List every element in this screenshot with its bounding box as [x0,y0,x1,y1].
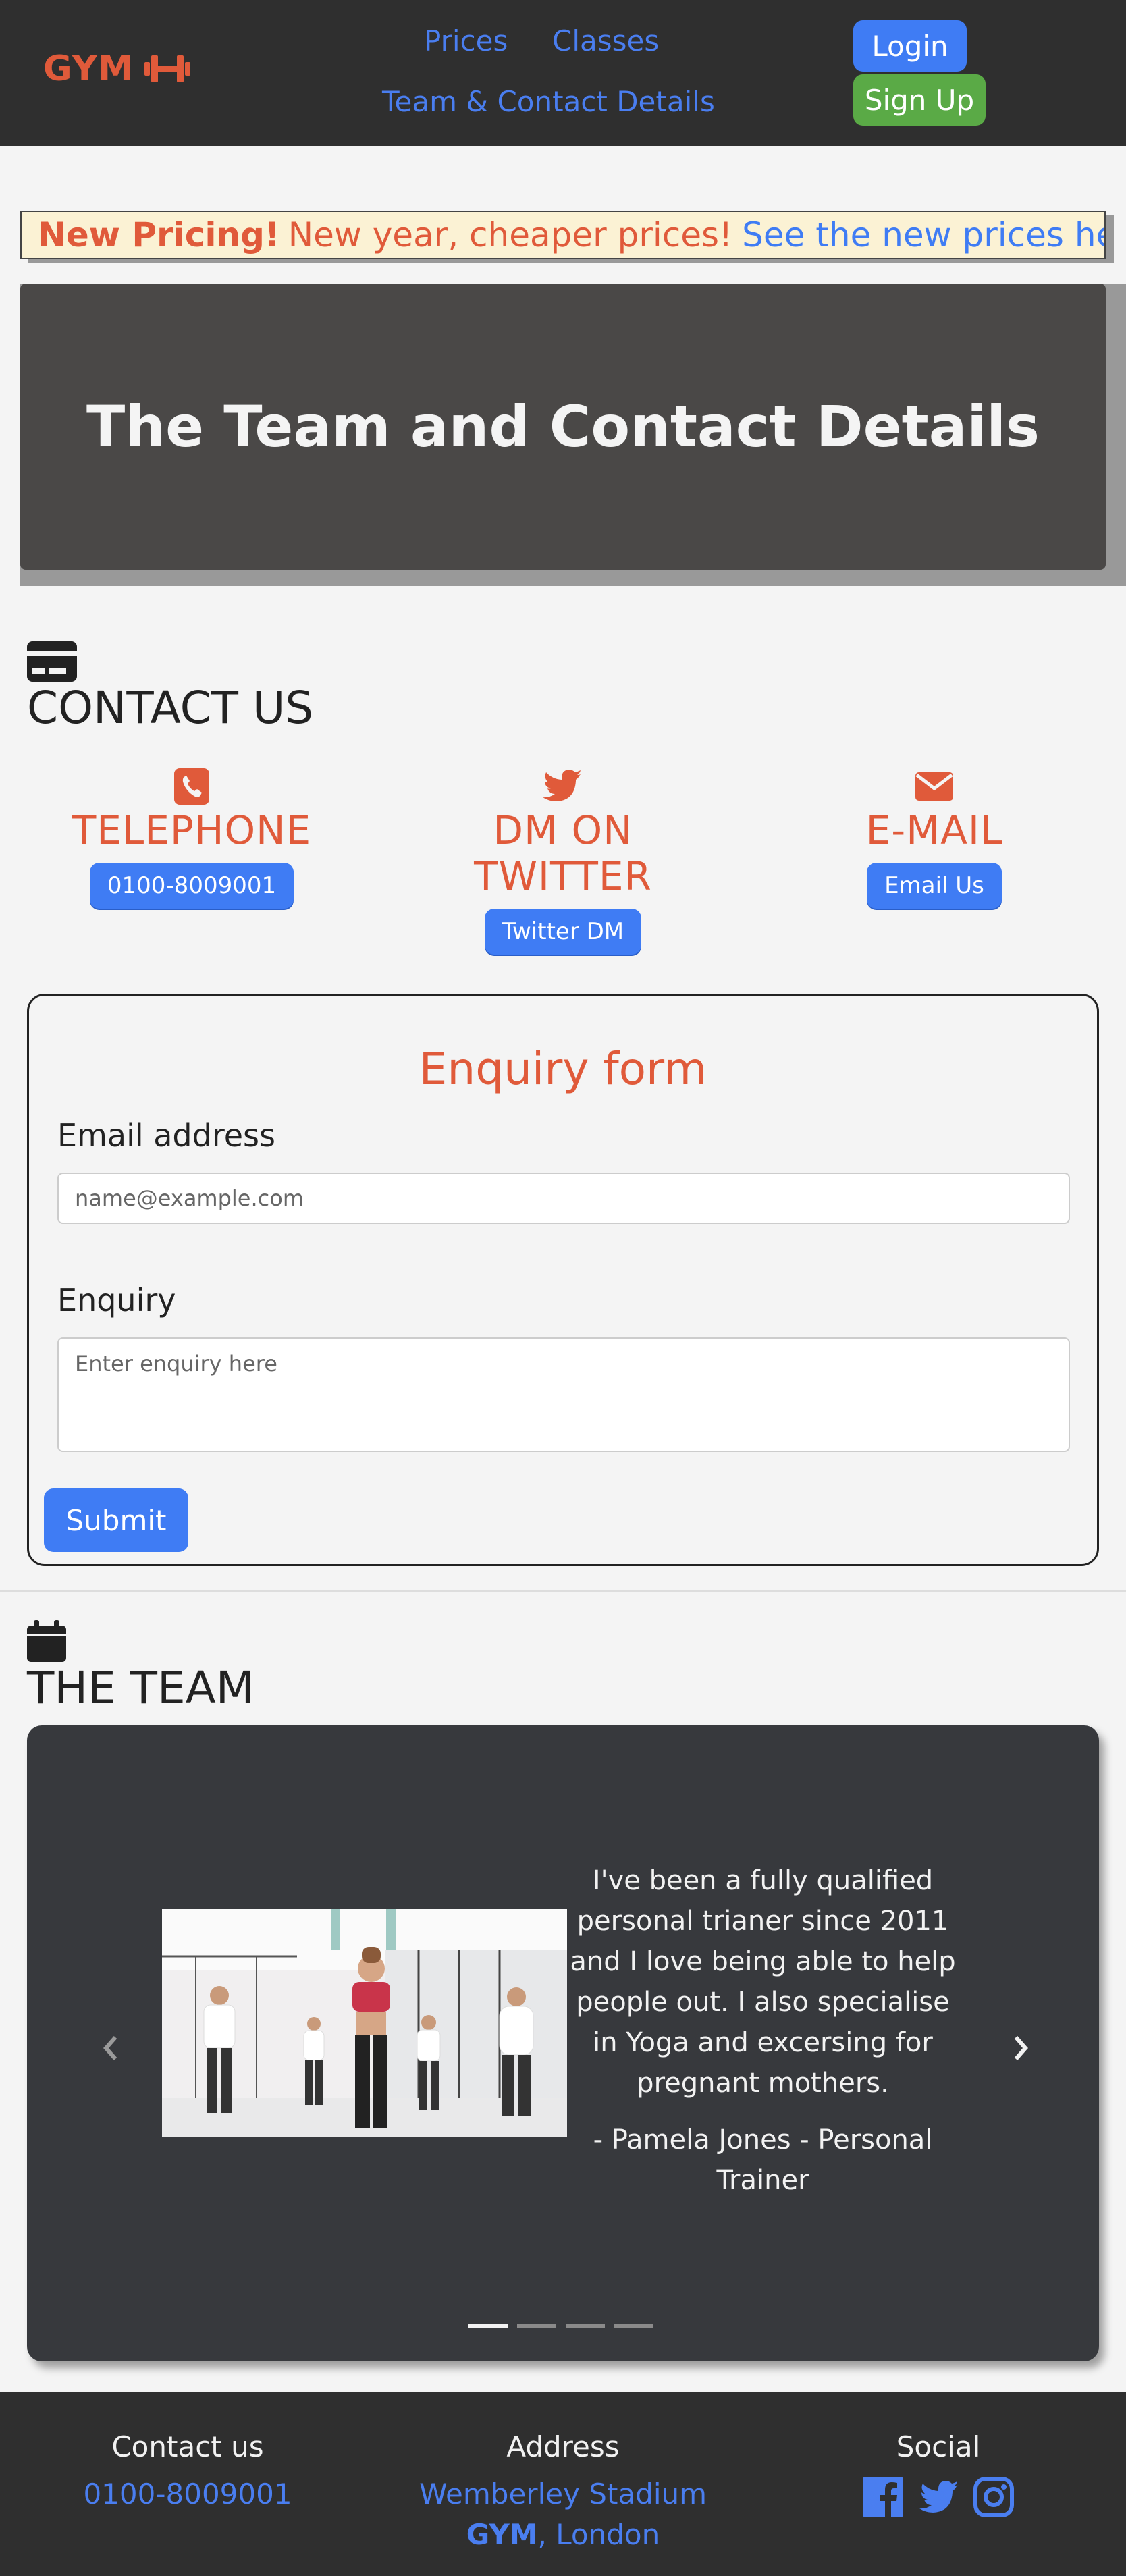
carousel-indicator[interactable] [517,2324,556,2328]
email-field[interactable] [57,1173,1070,1224]
footer-phone-link[interactable]: 0100-8009001 [0,2474,375,2515]
nav-link-team[interactable]: Team & Contact Details [382,85,715,118]
trainer-photo [162,1909,567,2137]
nav-link-classes[interactable]: Classes [552,24,659,57]
announcement-heading: New Pricing! [38,215,280,254]
footer: Contact us 0100-8009001 Address Wemberle… [0,2392,1126,2576]
submit-button[interactable]: Submit [44,1488,188,1552]
carousel-indicator[interactable] [468,2324,508,2328]
dumbbell-icon [144,55,190,82]
carousel-next-button[interactable] [1000,2028,1041,2068]
address-city: , London [537,2518,660,2551]
testimonial-quote: I've been a fully qualified personal tri… [570,1865,956,2099]
chevron-right-icon [1014,2036,1028,2060]
contact-email: E-MAIL Email Us [772,768,1096,909]
footer-address-link[interactable]: Wemberley Stadium GYM, London [375,2474,751,2555]
testimonial-author: - Pamela Jones - Personal Trainer [593,2124,933,2196]
instagram-icon[interactable] [972,2475,1015,2519]
footer-social: Social [751,2430,1126,2519]
contact-telephone: TELEPHONE 0100-8009001 [30,768,354,909]
carousel-indicator[interactable] [566,2324,605,2328]
login-button[interactable]: Login [853,20,967,72]
nav-link-prices[interactable]: Prices [424,24,508,57]
hero-banner: The Team and Contact Details [20,284,1106,570]
email-us-button[interactable]: Email Us [867,863,1002,909]
carousel-prev-button[interactable] [90,2028,131,2068]
phone-icon [174,768,209,805]
footer-address: Address Wemberley Stadium GYM, London [375,2430,751,2555]
calendar-icon [27,1620,66,1662]
enquiry-form: Enquiry form Email address Enquiry Submi… [27,994,1099,1566]
page-title: The Team and Contact Details [86,394,1040,460]
chevron-left-icon [103,2036,117,2060]
signup-button[interactable]: Sign Up [853,74,986,126]
telephone-button[interactable]: 0100-8009001 [89,863,294,909]
twitter-label: DM ON TWITTER [474,807,652,899]
footer-social-heading: Social [896,2430,981,2463]
card-icon [27,641,77,682]
announcement-text: New year, cheaper prices! [288,215,733,254]
twitter-dm-button[interactable]: Twitter DM [484,909,642,955]
facebook-icon[interactable] [861,2475,905,2519]
enquiry-field[interactable] [57,1337,1070,1452]
contact-section-title: CONTACT US [27,682,314,734]
team-section-title: THE TEAM [27,1662,254,1714]
carousel-indicator[interactable] [614,2324,653,2328]
footer-contact-heading: Contact us [111,2430,264,2463]
envelope-icon [915,772,953,801]
telephone-label: TELEPHONE [72,807,312,853]
carousel-indicators [468,2324,653,2328]
team-carousel: I've been a fully qualified personal tri… [27,1725,1099,2361]
announcement-link[interactable]: See the new prices here! [742,215,1104,254]
contact-twitter: DM ON TWITTER Twitter DM [401,768,725,955]
twitter-icon[interactable] [917,2475,960,2519]
email-label: E-MAIL [865,807,1003,853]
enquiry-field-label: Enquiry [57,1282,176,1318]
brand-logo[interactable]: GYM [43,49,192,89]
address-brand: GYM [466,2518,538,2551]
footer-address-heading: Address [506,2430,620,2463]
twitter-icon [543,770,582,801]
section-divider [0,1590,1126,1592]
brand-name: GYM [43,49,134,89]
address-line-2: GYM, London [375,2515,751,2555]
email-field-label: Email address [57,1117,275,1154]
form-title: Enquiry form [419,1043,707,1095]
address-line-1: Wemberley Stadium [419,2477,707,2511]
gym-photo-illustration [162,1909,567,2137]
navbar: GYM Prices Classes Team & Contact Detail… [0,0,1126,146]
pricing-announcement: New Pricing! New year, cheaper prices! S… [20,211,1106,259]
footer-contact: Contact us 0100-8009001 [0,2430,375,2515]
